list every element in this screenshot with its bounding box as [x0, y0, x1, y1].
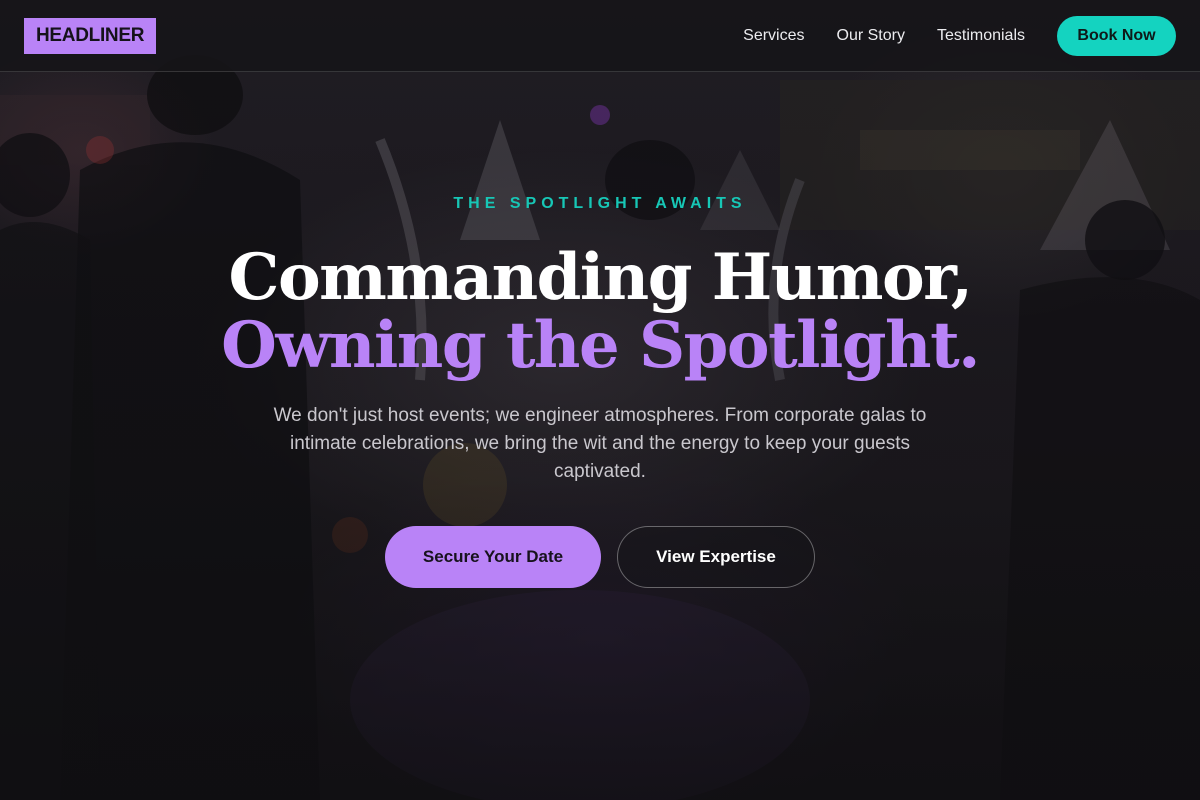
hero-cta-group: Secure Your Date View Expertise [0, 526, 1200, 588]
nav-link-testimonials[interactable]: Testimonials [937, 27, 1025, 45]
hero-content: THE SPOTLIGHT AWAITS Commanding Humor, O… [0, 190, 1200, 588]
nav-link-our-story[interactable]: Our Story [837, 27, 905, 45]
brand-logo[interactable]: HEADLINER [24, 17, 157, 54]
hero-description: We don't just host events; we engineer a… [273, 405, 927, 482]
hero-eyebrow: THE SPOTLIGHT AWAITS [453, 195, 747, 212]
secure-your-date-button[interactable]: Secure Your Date [385, 526, 601, 588]
view-expertise-button[interactable]: View Expertise [617, 526, 815, 588]
book-now-button[interactable]: Book Now [1057, 15, 1176, 56]
hero-headline-line-2: Owning the Spotlight. [221, 308, 980, 383]
hero-headline: Commanding Humor, Owning the Spotlight. [0, 244, 1200, 380]
nav-links: Services Our Story Testimonials Book Now [711, 15, 1176, 56]
hero-headline-line-1: Commanding Humor, [228, 240, 973, 315]
top-navigation: HEADLINER Services Our Story Testimonial… [0, 0, 1200, 72]
hero-section: HEADLINER Services Our Story Testimonial… [0, 0, 1200, 800]
nav-link-services[interactable]: Services [743, 27, 804, 45]
